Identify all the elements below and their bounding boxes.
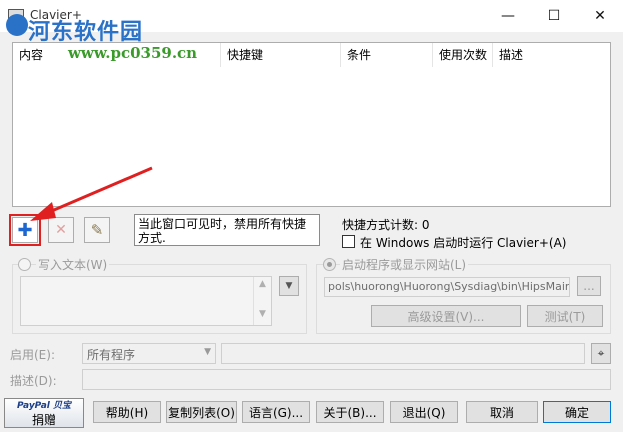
enable-select-value: 所有程序 [87,348,136,362]
advanced-settings-button[interactable]: 高级设置(V)... [371,305,521,327]
launch-path-field[interactable]: pols\huorong\Huorong\Sysdiag\bin\HipsMai… [324,277,570,297]
chevron-down-icon: ▼ [204,347,211,357]
cancel-button[interactable]: 取消 [466,401,538,423]
help-button[interactable]: 帮助(H) [93,401,161,423]
paypal-logo: PayPal 贝宝 [17,401,71,411]
enable-condition-field[interactable] [221,343,585,364]
launch-label: 启动程序或显示网站(L) [340,256,469,273]
donate-label: 捐赠 [31,413,56,427]
scroll-down-arrow-icon: ▼ [259,309,266,319]
write-text-scrollbar[interactable]: ▲ ▼ [253,277,271,325]
enable-select[interactable]: 所有程序 ▼ [82,343,216,364]
write-text-radio[interactable] [18,258,31,271]
ok-button[interactable]: 确定 [543,401,611,423]
copy-list-button[interactable]: 复制列表(O) [166,401,237,423]
browse-button[interactable]: ... [577,276,601,296]
exit-button[interactable]: 退出(Q) [390,401,458,423]
startup-label: 在 Windows 启动时运行 Clavier+(A) [360,236,567,250]
description-field[interactable] [82,369,611,390]
window-picker-button[interactable]: ⌖ [591,343,611,364]
description-label: 描述(D): [10,374,57,388]
test-button[interactable]: 测试(T) [527,305,603,327]
write-text-area[interactable] [20,276,272,326]
crosshair-icon: ⌖ [597,346,605,360]
scroll-up-arrow-icon: ▲ [259,279,266,289]
dropdown-arrow-icon: ▼ [285,281,293,291]
disable-when-visible-note: 当此窗口可见时，禁用所有快捷方式. [134,214,320,246]
language-button[interactable]: 语言(G)... [242,401,310,423]
write-text-label: 写入文本(W) [36,256,110,273]
write-text-menu-button[interactable]: ▼ [279,276,299,296]
paypal-donate-button[interactable]: PayPal 贝宝 捐赠 [4,398,84,428]
startup-checkbox[interactable] [342,235,355,248]
shortcut-count: 快捷方式计数: 0 [342,218,430,232]
enable-label: 启用(E): [10,348,55,362]
about-button[interactable]: 关于(B)... [316,401,384,423]
radio-dot-icon [327,262,332,267]
launch-radio[interactable] [323,258,336,271]
